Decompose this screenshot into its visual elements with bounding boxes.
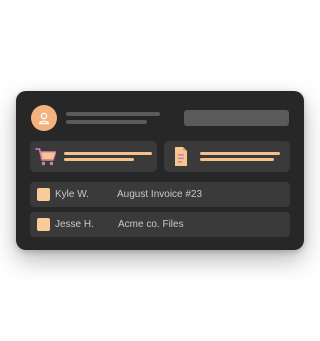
avatar[interactable] [31,105,57,131]
row-name: Kyle W. [55,189,89,200]
row-name: Jesse H. [55,219,94,230]
document-tile-line [200,152,280,155]
document-icon [175,147,187,166]
list-item[interactable]: Jesse H. Acme co. Files [30,212,290,237]
row-checkbox[interactable] [37,188,50,201]
widget-card: Kyle W. August Invoice #23 Jesse H. Acme… [16,91,304,250]
list-item[interactable]: Kyle W. August Invoice #23 [30,182,290,207]
header-title-placeholder [66,112,160,116]
user-icon [38,112,50,125]
cart-tile-line [64,152,152,155]
row-title: August Invoice #23 [117,189,203,200]
document-tile[interactable] [164,141,290,172]
cart-tile[interactable] [30,141,157,172]
search-input[interactable] [184,110,289,126]
document-tile-line [200,158,274,161]
row-checkbox[interactable] [37,218,50,231]
cart-tile-line [64,158,134,161]
row-title: Acme co. Files [118,219,184,230]
header-subtitle-placeholder [66,120,147,124]
shopping-cart-icon [35,148,57,166]
